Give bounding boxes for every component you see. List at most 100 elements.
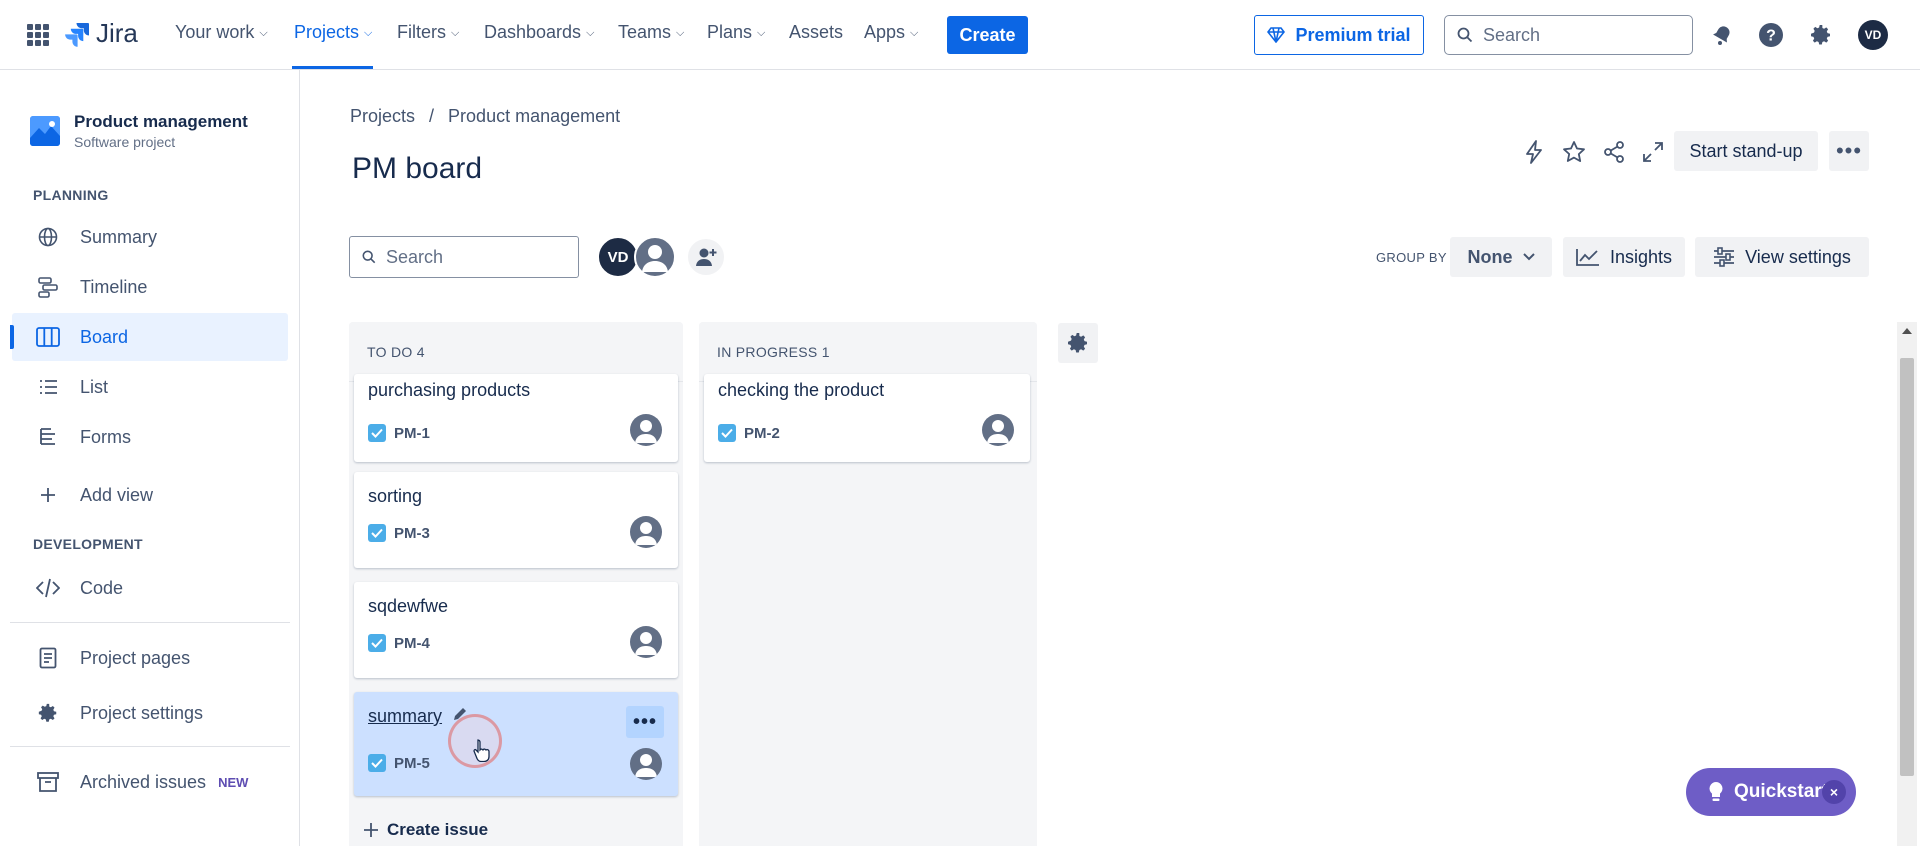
archive-icon [36, 770, 60, 794]
sidebar-item-list[interactable]: List [12, 363, 288, 411]
issue-title: checking the product [718, 380, 885, 400]
jira-logo[interactable]: Jira [64, 18, 138, 49]
nav-label: Your work [175, 22, 255, 42]
assignee-avatar[interactable] [630, 414, 662, 446]
chevron-down-icon: ⌵ [757, 27, 766, 39]
hand-cursor-icon [473, 739, 490, 762]
nav-your-work[interactable]: Your work ⌵ [175, 22, 268, 43]
column-title: IN PROGRESS 1 [717, 344, 830, 360]
settings-gear-icon[interactable] [1806, 20, 1836, 50]
premium-trial-button[interactable]: Premium trial [1254, 15, 1424, 55]
sidebar-item-code[interactable]: Code [12, 564, 288, 612]
user-avatar[interactable]: VD [1858, 20, 1888, 50]
chevron-down-icon: ⌵ [364, 27, 373, 39]
forms-icon [36, 425, 60, 449]
board-icon [36, 325, 60, 349]
user-icon [635, 632, 657, 655]
help-icon[interactable]: ? [1756, 20, 1786, 50]
issue-title[interactable]: summary [368, 706, 442, 727]
issue-card[interactable]: sqdewfwe PM-4 [354, 582, 678, 678]
issue-key: PM-5 [368, 754, 430, 772]
sidebar-item-label: Timeline [80, 276, 148, 297]
project-header[interactable]: Product management Software project [30, 112, 248, 150]
notifications-icon[interactable] [1707, 20, 1737, 50]
nav-projects[interactable]: Projects ⌵ [294, 22, 372, 43]
issue-card-selected[interactable]: summary ••• PM-5 [354, 692, 678, 796]
nav-assets[interactable]: Assets [789, 22, 843, 43]
project-type: Software project [74, 134, 176, 150]
add-view-button[interactable]: Add view [12, 471, 288, 519]
scroll-up-arrow-icon[interactable] [1902, 328, 1912, 334]
add-people-button[interactable] [686, 237, 726, 277]
more-actions-button[interactable]: ••• [1829, 131, 1869, 171]
sidebar-item-label: Code [80, 577, 124, 598]
logo-text: Jira [96, 18, 138, 48]
breadcrumb-projects[interactable]: Projects [350, 106, 415, 127]
nav-filters[interactable]: Filters ⌵ [397, 22, 459, 43]
close-icon[interactable]: × [1822, 780, 1846, 804]
project-avatar-icon [30, 116, 60, 146]
issue-card[interactable]: sorting PM-3 [354, 472, 678, 568]
card-more-actions-button[interactable]: ••• [626, 706, 664, 738]
start-standup-button[interactable]: Start stand-up [1674, 131, 1818, 171]
project-name: Product management [74, 112, 248, 131]
create-issue-button[interactable]: Create issue [363, 820, 488, 840]
member-avatar-vd[interactable]: VD [597, 236, 639, 278]
quickstart-label: Quickstart [1734, 781, 1828, 802]
vertical-scrollbar[interactable] [1897, 322, 1917, 846]
board-search-input[interactable]: Search [349, 236, 579, 278]
sidebar-item-summary[interactable]: Summary [12, 213, 288, 261]
board-column-todo: TO DO 4 purchasing products PM-1 sorting… [349, 322, 683, 846]
issue-card[interactable]: purchasing products PM-1 [354, 374, 678, 462]
user-icon [642, 245, 668, 272]
issue-card[interactable]: checking the product PM-2 [704, 374, 1030, 462]
nav-teams[interactable]: Teams ⌵ [618, 22, 684, 43]
sidebar-item-project-settings[interactable]: Project settings [12, 689, 288, 737]
member-avatar-default[interactable] [634, 236, 676, 278]
issue-key-label: PM-3 [394, 524, 430, 542]
assignee-avatar[interactable] [630, 516, 662, 548]
task-checkbox-icon [368, 424, 386, 442]
diamond-icon [1267, 27, 1286, 43]
sidebar-item-forms[interactable]: Forms [12, 413, 288, 461]
app-switcher-icon[interactable] [27, 24, 49, 46]
column-settings-button[interactable] [1058, 323, 1098, 363]
nav-dashboards[interactable]: Dashboards ⌵ [484, 22, 594, 43]
star-icon[interactable] [1558, 136, 1590, 168]
nav-label: Assets [789, 22, 844, 42]
document-icon [36, 646, 60, 670]
group-by-select[interactable]: None [1450, 237, 1552, 277]
nav-plans[interactable]: Plans ⌵ [707, 22, 765, 43]
nav-label: Plans [707, 22, 753, 42]
assignee-avatar[interactable] [982, 414, 1014, 446]
search-icon [1457, 27, 1473, 43]
scrollbar-thumb[interactable] [1900, 358, 1914, 776]
more-icon: ••• [632, 710, 657, 733]
issue-key: PM-4 [368, 634, 430, 652]
issue-key-label: PM-4 [394, 634, 430, 652]
automation-lightning-icon[interactable] [1518, 136, 1550, 168]
create-button[interactable]: Create [947, 16, 1028, 54]
quickstart-button[interactable]: Quickstart × [1686, 768, 1856, 816]
global-search-input[interactable]: Search [1444, 15, 1693, 55]
search-icon [362, 250, 376, 264]
insights-button[interactable]: Insights [1563, 237, 1685, 277]
nav-apps[interactable]: Apps ⌵ [864, 22, 918, 43]
breadcrumb-project[interactable]: Product management [448, 106, 620, 127]
view-settings-button[interactable]: View settings [1695, 237, 1869, 277]
sidebar-item-archived-issues[interactable]: Archived issues NEW [12, 758, 288, 806]
fullscreen-icon[interactable] [1637, 136, 1669, 168]
group-by-value: None [1467, 246, 1513, 267]
assignee-avatar[interactable] [630, 748, 662, 780]
sidebar-item-board[interactable]: Board [10, 313, 288, 361]
share-icon[interactable] [1598, 136, 1630, 168]
plus-icon [364, 823, 378, 837]
svg-text:?: ? [1766, 28, 1776, 45]
issue-title: sorting [368, 486, 423, 506]
issue-title: purchasing products [368, 380, 531, 400]
project-sidebar: Product management Software project PLAN… [0, 70, 300, 846]
search-placeholder: Search [1483, 24, 1541, 45]
sidebar-item-project-pages[interactable]: Project pages [12, 634, 288, 682]
sidebar-item-timeline[interactable]: Timeline [12, 263, 288, 311]
assignee-avatar[interactable] [630, 626, 662, 658]
